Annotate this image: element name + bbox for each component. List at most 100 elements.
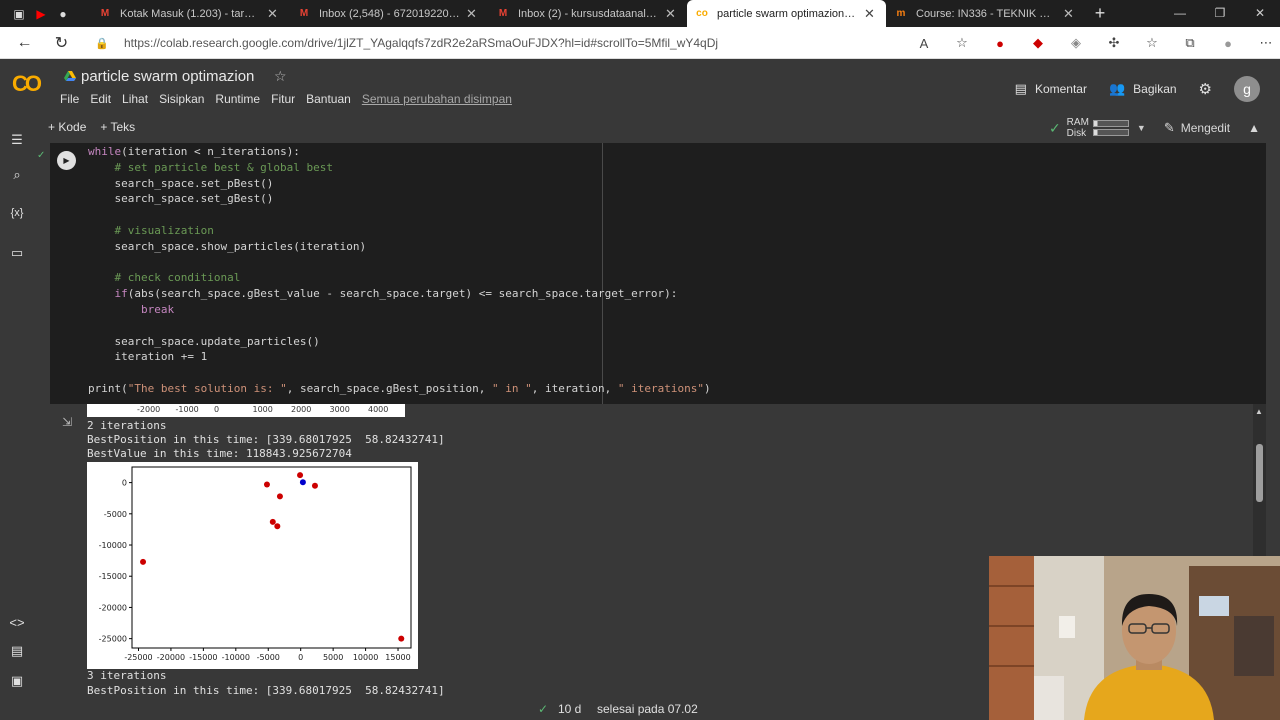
- extension-red-icon[interactable]: ◆: [1019, 35, 1057, 51]
- new-tab-button[interactable]: +: [1085, 3, 1115, 24]
- tab-actions-icon[interactable]: ▣: [8, 0, 30, 27]
- menu-tools[interactable]: Fitur: [271, 92, 295, 106]
- notebook-title[interactable]: particle swarm optimazion: [81, 68, 254, 85]
- avatar[interactable]: g: [1234, 76, 1260, 102]
- back-icon[interactable]: ←: [6, 34, 43, 52]
- moodle-icon: m: [896, 8, 906, 19]
- x-tick-label: -15000: [189, 653, 217, 662]
- execution-duration[interactable]: 10 d: [558, 702, 581, 716]
- scroll-up-icon[interactable]: ▲: [1255, 407, 1263, 416]
- github-icon[interactable]: ●: [52, 0, 74, 27]
- x-tick-label: 10000: [353, 653, 378, 662]
- favorite-star-icon[interactable]: ☆: [943, 35, 981, 51]
- share-button[interactable]: 👥 Bagikan: [1109, 81, 1177, 97]
- menu-file[interactable]: File: [60, 92, 79, 106]
- url-field[interactable]: 🔒 https://colab.research.google.com/driv…: [90, 31, 970, 55]
- browser-tab[interactable]: M Kotak Masuk (1.203) - taralandul ✕: [90, 0, 289, 27]
- y-tick-label: 0: [122, 479, 127, 488]
- gmail-icon: M: [299, 8, 309, 19]
- browser-tab[interactable]: m Course: IN336 - TEKNIK OPTIMAS ✕: [886, 0, 1085, 27]
- ram-bar: [1092, 120, 1129, 127]
- favorites-bar-icon[interactable]: ☆: [1133, 35, 1171, 51]
- chevron-down-icon[interactable]: ▼: [1137, 123, 1146, 133]
- y-tick-label: -10000: [99, 541, 127, 550]
- x-tick-label: -5000: [257, 653, 280, 662]
- code-line: while(iteration < n_iterations):: [88, 144, 711, 160]
- menu-edit[interactable]: Edit: [90, 92, 111, 106]
- more-menu-icon[interactable]: ⋯: [1247, 35, 1280, 51]
- collapse-header-icon[interactable]: ▲: [1248, 121, 1260, 135]
- menu-runtime[interactable]: Runtime: [215, 92, 260, 106]
- prev-plot-xtick-label: 1000: [252, 405, 273, 414]
- code-token: break: [140, 302, 175, 316]
- browser-tab[interactable]: co particle swarm optimazion - Cola ✕: [687, 0, 886, 27]
- prev-plot-xtick-label: 4000: [368, 405, 389, 414]
- youtube-icon[interactable]: ▶: [30, 0, 52, 27]
- variables-icon[interactable]: {x}: [0, 207, 34, 219]
- data-point: [269, 518, 276, 525]
- edit-mode-button[interactable]: ✎ Mengedit: [1164, 120, 1230, 136]
- comment-button[interactable]: ▤ Komentar: [1015, 81, 1087, 97]
- run-cell-button[interactable]: ▶: [57, 151, 76, 170]
- y-tick-label: -20000: [99, 603, 127, 612]
- x-tick-label: 5000: [323, 653, 343, 662]
- close-tab-icon[interactable]: ✕: [267, 6, 281, 22]
- search-icon[interactable]: ⌕: [0, 167, 34, 183]
- browser-tab[interactable]: M Inbox (2,548) - 672019220@stud ✕: [289, 0, 488, 27]
- code-token: " iterations": [617, 381, 704, 395]
- close-window-icon[interactable]: ✕: [1240, 0, 1280, 27]
- data-point: [276, 493, 283, 500]
- code-token: # visualization: [88, 223, 214, 237]
- code-line: search_space.set_gBest(): [88, 191, 711, 207]
- extensions-puzzle-icon[interactable]: ✣: [1095, 35, 1133, 51]
- close-tab-icon[interactable]: ✕: [1063, 6, 1077, 22]
- colab-header: CO particle swarm optimazion ☆ File Edit…: [0, 59, 1280, 113]
- code-editor[interactable]: while(iteration < n_iterations): # set p…: [88, 144, 711, 397]
- collections-icon[interactable]: ⧉: [1171, 35, 1209, 51]
- menu-view[interactable]: Lihat: [122, 92, 148, 106]
- table-of-contents-icon[interactable]: ☰: [0, 130, 34, 150]
- browser-tab[interactable]: M Inbox (2) - kursusdataanalyst91@ ✕: [488, 0, 687, 27]
- scrollbar-thumb[interactable]: [1256, 444, 1263, 502]
- menu-insert[interactable]: Sisipkan: [159, 92, 204, 106]
- close-tab-icon[interactable]: ✕: [665, 6, 679, 22]
- gmail-icon: M: [498, 8, 508, 19]
- ram-disk-indicator[interactable]: ✓ RAM Disk: [1049, 117, 1129, 139]
- extension-grey-icon[interactable]: ◈: [1057, 35, 1095, 51]
- extension-shield-icon[interactable]: ●: [981, 36, 1019, 51]
- maximize-icon[interactable]: ❐: [1200, 0, 1240, 27]
- minimize-icon[interactable]: —: [1160, 0, 1200, 27]
- iterations-text-1: 2 iterations: [87, 419, 167, 432]
- pencil-icon: ✎: [1163, 120, 1175, 135]
- code-token: # set particle best & global best: [88, 160, 334, 174]
- profile-icon[interactable]: ●: [1209, 36, 1247, 51]
- share-label: Bagikan: [1133, 82, 1177, 96]
- close-tab-icon[interactable]: ✕: [466, 6, 480, 22]
- data-point: [299, 479, 306, 486]
- close-tab-icon[interactable]: ✕: [864, 6, 878, 22]
- data-point: [274, 523, 281, 530]
- read-aloud-icon[interactable]: A: [905, 36, 943, 51]
- lock-icon[interactable]: 🔒: [90, 37, 114, 50]
- scatter-plot-svg: -25000 -20000 -15000 -10000 -5000 0 5000 10000 1…: [99, 466, 412, 662]
- menu-help[interactable]: Bantuan: [306, 92, 351, 106]
- previous-plot-fragment: -2000 -1000 0 1000 2000 3000 4000: [87, 404, 405, 417]
- folder-icon[interactable]: ▭: [0, 245, 34, 261]
- star-icon[interactable]: ☆: [274, 68, 287, 85]
- add-code-button[interactable]: + Kode: [48, 120, 86, 134]
- save-status[interactable]: Semua perubahan disimpan: [362, 92, 512, 106]
- drive-icon: [64, 71, 76, 81]
- terminal-icon[interactable]: ▣: [0, 673, 34, 689]
- code-token: search_space.set_gBest(): [88, 192, 274, 206]
- ram-label: RAM: [1066, 117, 1089, 128]
- colab-logo[interactable]: CO: [12, 71, 42, 97]
- code-token: (abs(search_space.gBest_value - search_s…: [127, 287, 678, 301]
- code-snippets-icon[interactable]: <>: [0, 615, 34, 630]
- output-actions-icon[interactable]: ⇲: [62, 415, 72, 429]
- code-token: # check conditional: [88, 271, 241, 285]
- settings-button[interactable]: ⚙: [1199, 80, 1212, 98]
- add-text-button[interactable]: + Teks: [100, 120, 135, 134]
- command-palette-icon[interactable]: ▤: [0, 643, 34, 659]
- url-text: https://colab.research.google.com/drive/…: [124, 36, 719, 50]
- reload-icon[interactable]: ↻: [43, 33, 80, 53]
